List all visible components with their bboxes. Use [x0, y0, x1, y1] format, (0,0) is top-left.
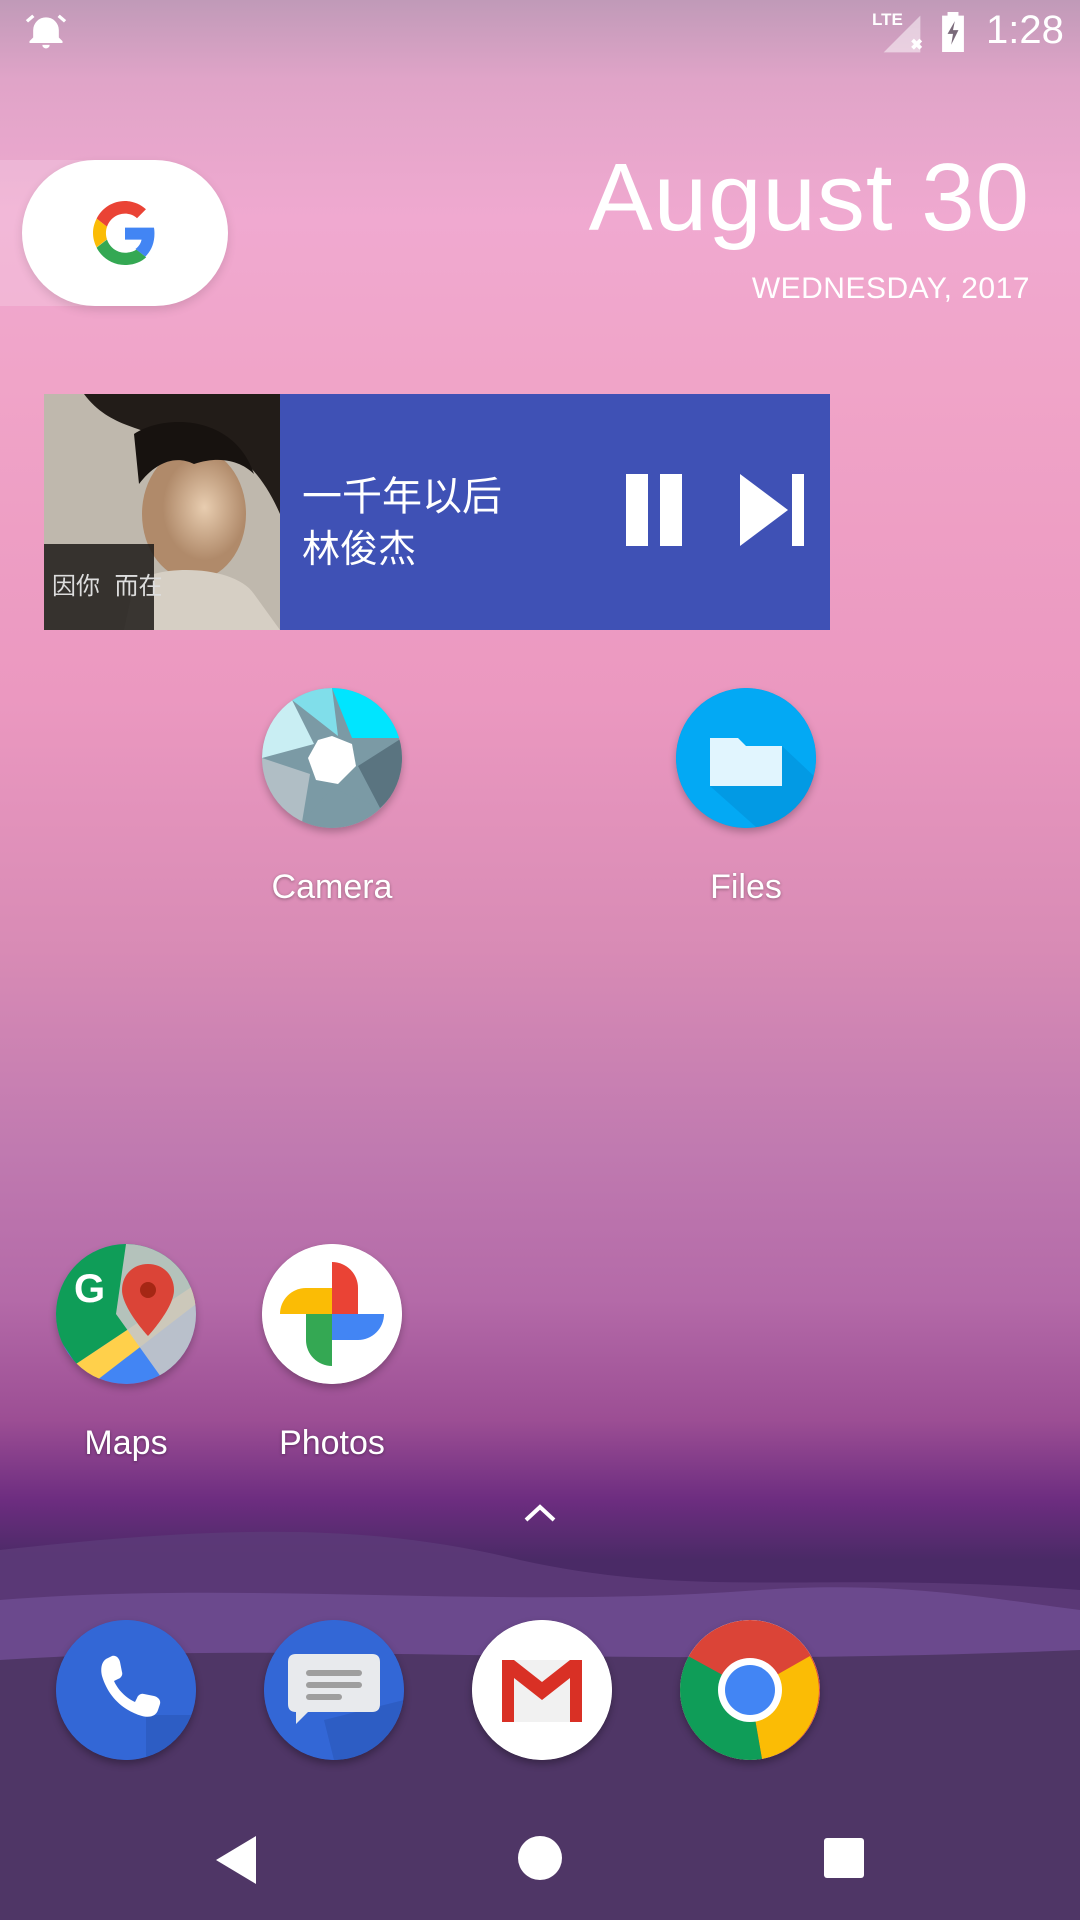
app-label-photos: Photos — [279, 1424, 385, 1462]
app-label-maps: Maps — [84, 1424, 168, 1462]
signal-no-service-icon — [883, 15, 923, 53]
app-maps[interactable]: G Maps — [26, 1244, 226, 1463]
battery-charging-icon — [942, 12, 964, 52]
app-label-camera: Camera — [271, 868, 393, 906]
album-art: 因你 而在 — [44, 394, 280, 630]
svg-text:G: G — [74, 1267, 105, 1311]
app-label-files: Files — [710, 868, 782, 906]
album-art-image: 因你 而在 — [44, 394, 280, 630]
back-icon[interactable] — [212, 1834, 262, 1886]
camera-icon — [262, 688, 402, 828]
photos-icon — [262, 1244, 402, 1384]
gmail-icon[interactable] — [472, 1620, 612, 1760]
status-time: 1:28 — [986, 8, 1064, 52]
app-drawer-arrow-icon[interactable] — [520, 1498, 560, 1528]
app-files[interactable]: Files — [646, 688, 846, 907]
weekday-year-text: WEDNESDAY, 2017 — [751, 272, 1030, 305]
maps-icon: G — [56, 1244, 196, 1384]
messages-icon[interactable] — [264, 1620, 404, 1760]
files-icon — [676, 688, 816, 828]
track-artist: 林俊杰 — [302, 527, 417, 571]
track-title: 一千年以后 — [302, 474, 502, 520]
google-search-widget[interactable] — [22, 160, 228, 306]
chrome-icon[interactable] — [680, 1620, 820, 1760]
skip-next-icon[interactable] — [724, 464, 824, 560]
alarm-icon — [25, 14, 67, 49]
app-camera[interactable]: Camera — [232, 688, 432, 907]
pause-icon[interactable] — [604, 464, 704, 560]
status-bar: LTE 1:28 — [0, 0, 1080, 64]
date-widget[interactable]: August 30 WEDNESDAY, 2017 — [589, 150, 1030, 306]
navigation-bar — [0, 1800, 1080, 1920]
google-g-icon — [93, 201, 155, 265]
date-text: August 30 — [588, 144, 1030, 251]
recents-icon[interactable] — [824, 1838, 864, 1878]
music-widget[interactable]: 因你 而在 一千年以后 林俊杰 — [44, 394, 830, 630]
app-photos[interactable]: Photos — [232, 1244, 432, 1463]
phone-icon[interactable] — [56, 1620, 196, 1760]
album-art-caption: 因你 而在 — [52, 572, 162, 600]
home-icon[interactable] — [518, 1836, 562, 1880]
